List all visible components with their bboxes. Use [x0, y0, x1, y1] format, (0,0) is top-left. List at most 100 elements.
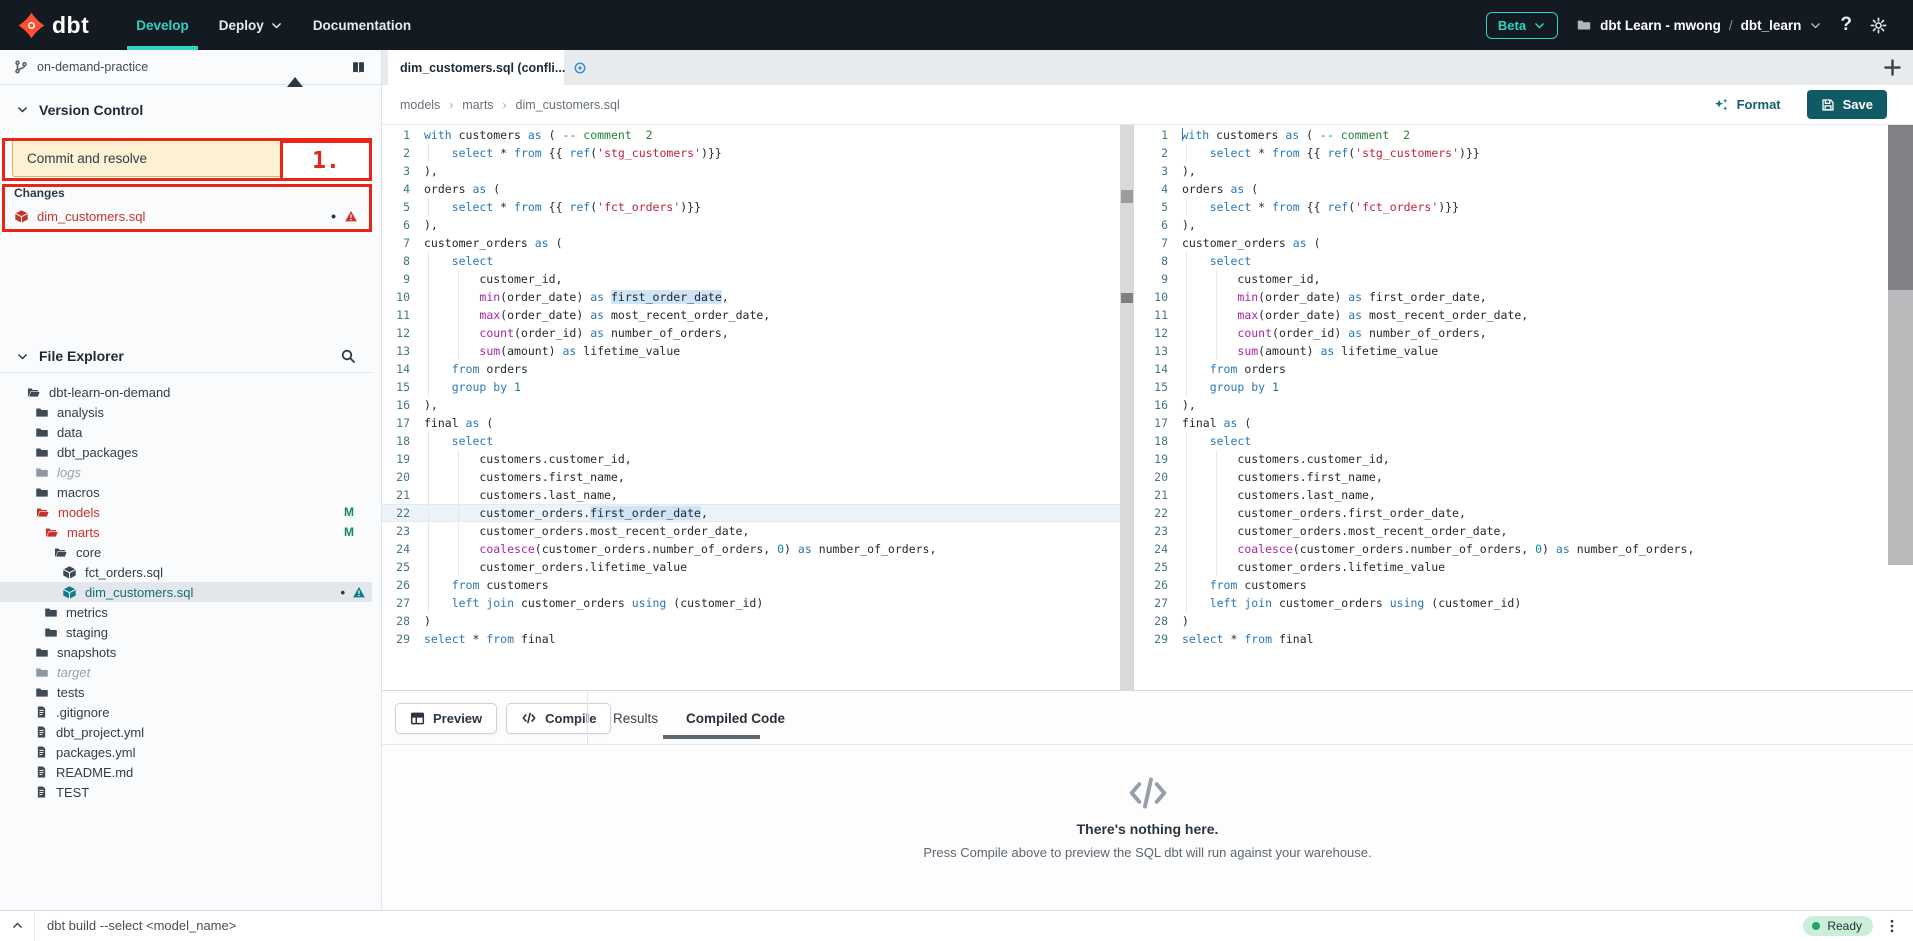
code-line-left-12[interactable]: 12 count(order_id) as number_of_orders, — [382, 324, 1120, 342]
docs-book-icon[interactable] — [350, 60, 367, 75]
code-line-right-11[interactable]: 11 max(order_date) as most_recent_order_… — [1140, 306, 1888, 324]
code-line-left-19[interactable]: 19 customers.customer_id, — [382, 450, 1120, 468]
nav-item-develop[interactable]: Develop — [121, 0, 204, 50]
left-pane-scrollbar[interactable] — [1120, 125, 1134, 690]
code-line-left-6[interactable]: 6), — [382, 216, 1120, 234]
file-tree-item-TEST[interactable]: TEST — [0, 782, 372, 802]
code-line-left-9[interactable]: 9 customer_id, — [382, 270, 1120, 288]
help-button[interactable]: ? — [1840, 14, 1852, 36]
code-line-left-1[interactable]: 1with customers as ( -- comment 2 — [382, 126, 1120, 144]
new-tab-button[interactable] — [1883, 58, 1902, 77]
code-line-left-29[interactable]: 29select * from final — [382, 630, 1120, 648]
scrollbar-marker[interactable] — [1121, 190, 1133, 203]
file-tree-item-dbt_packages[interactable]: dbt_packages — [0, 442, 372, 462]
file-tree-item-core[interactable]: core — [0, 542, 372, 562]
code-line-left-24[interactable]: 24 coalesce(customer_orders.number_of_or… — [382, 540, 1120, 558]
code-line-left-21[interactable]: 21 customers.last_name, — [382, 486, 1120, 504]
file-tree-item-models[interactable]: modelsM — [0, 502, 372, 522]
code-line-right-26[interactable]: 26 from customers — [1140, 576, 1888, 594]
file-tree-item-metrics[interactable]: metrics — [0, 602, 372, 622]
file-tree-item-staging[interactable]: staging — [0, 622, 372, 642]
right-pane-scrollbar[interactable] — [1888, 125, 1913, 565]
code-line-right-5[interactable]: 5 select * from {{ ref('fct_orders')}} — [1140, 198, 1888, 216]
search-icon[interactable] — [340, 348, 356, 364]
code-line-right-17[interactable]: 17final as ( — [1140, 414, 1888, 432]
code-line-left-4[interactable]: 4orders as ( — [382, 180, 1120, 198]
file-tree-item-snapshots[interactable]: snapshots — [0, 642, 372, 662]
code-line-right-10[interactable]: 10 min(order_date) as first_order_date, — [1140, 288, 1888, 306]
file-tree-item-macros[interactable]: macros — [0, 482, 372, 502]
file-tree-item-dim_customers.sql[interactable]: dim_customers.sql• — [0, 582, 372, 602]
file-tree-item-dbt-learn-on-demand[interactable]: dbt-learn-on-demand — [0, 382, 372, 402]
breadcrumb-item-dim_customers.sql[interactable]: dim_customers.sql — [516, 98, 620, 112]
editor-pane-right[interactable]: 1with customers as ( -- comment 22 selec… — [1140, 125, 1888, 690]
code-line-right-1[interactable]: 1with customers as ( -- comment 2 — [1140, 126, 1888, 144]
code-line-right-22[interactable]: 22 customer_orders.first_order_date, — [1140, 504, 1888, 522]
kebab-menu-icon[interactable] — [1885, 917, 1899, 935]
dbt-logo[interactable]: dbt — [0, 0, 99, 50]
code-line-left-20[interactable]: 20 customers.first_name, — [382, 468, 1120, 486]
file-tree-item-dbt_project.yml[interactable]: dbt_project.yml — [0, 722, 372, 742]
file-tree-item-tests[interactable]: tests — [0, 682, 372, 702]
nav-item-documentation[interactable]: Documentation — [298, 0, 426, 50]
changed-file-dim_customers.sql[interactable]: dim_customers.sql• — [0, 204, 372, 228]
code-line-left-10[interactable]: 10 min(order_date) as first_order_date, — [382, 288, 1120, 306]
file-tree-item-analysis[interactable]: analysis — [0, 402, 372, 422]
code-line-left-8[interactable]: 8 select — [382, 252, 1120, 270]
code-line-right-18[interactable]: 18 select — [1140, 432, 1888, 450]
file-tree-item-target[interactable]: target — [0, 662, 372, 682]
code-line-right-27[interactable]: 27 left join customer_orders using (cust… — [1140, 594, 1888, 612]
scrollbar-thumb[interactable] — [1888, 125, 1913, 290]
file-tree-item-.gitignore[interactable]: .gitignore — [0, 702, 372, 722]
code-line-right-19[interactable]: 19 customers.customer_id, — [1140, 450, 1888, 468]
branch-row[interactable]: on-demand-practice — [0, 50, 381, 85]
project-switcher[interactable]: dbt Learn - mwong / dbt_learn — [1576, 18, 1822, 33]
code-line-right-8[interactable]: 8 select — [1140, 252, 1888, 270]
code-line-left-18[interactable]: 18 select — [382, 432, 1120, 450]
code-line-right-15[interactable]: 15 group by 1 — [1140, 378, 1888, 396]
preview-button[interactable]: Preview — [395, 703, 497, 734]
save-button[interactable]: Save — [1807, 90, 1887, 119]
breadcrumb-item-models[interactable]: models — [400, 98, 440, 112]
code-line-left-25[interactable]: 25 customer_orders.lifetime_value — [382, 558, 1120, 576]
code-line-left-17[interactable]: 17final as ( — [382, 414, 1120, 432]
code-line-left-26[interactable]: 26 from customers — [382, 576, 1120, 594]
code-line-left-5[interactable]: 5 select * from {{ ref('fct_orders')}} — [382, 198, 1120, 216]
editor-pane-left[interactable]: 1with customers as ( -- comment 22 selec… — [382, 125, 1120, 690]
compile-button[interactable]: Compile — [506, 703, 611, 734]
beta-dropdown[interactable]: Beta — [1486, 12, 1558, 39]
nav-item-deploy[interactable]: Deploy — [204, 0, 298, 50]
gear-icon[interactable] — [1870, 17, 1887, 34]
code-line-right-12[interactable]: 12 count(order_id) as number_of_orders, — [1140, 324, 1888, 342]
file-tree-item-packages.yml[interactable]: packages.yml — [0, 742, 372, 762]
file-tree-item-logs[interactable]: logs — [0, 462, 372, 482]
file-tree-item-README.md[interactable]: README.md — [0, 762, 372, 782]
code-line-right-24[interactable]: 24 coalesce(customer_orders.number_of_or… — [1140, 540, 1888, 558]
file-tree-item-data[interactable]: data — [0, 422, 372, 442]
breadcrumb-item-marts[interactable]: marts — [462, 98, 493, 112]
code-line-right-16[interactable]: 16), — [1140, 396, 1888, 414]
scrollbar-marker[interactable] — [1121, 293, 1133, 303]
file-explorer-header[interactable]: File Explorer — [0, 340, 372, 373]
code-line-right-14[interactable]: 14 from orders — [1140, 360, 1888, 378]
code-line-left-22[interactable]: 22 customer_orders.first_order_date, — [382, 504, 1120, 522]
tab-dim-customers[interactable]: dim_customers.sql (confli... — [388, 50, 564, 85]
command-input[interactable]: dbt build --select <model_name> — [47, 918, 1803, 933]
chevron-down-icon[interactable] — [1809, 19, 1822, 32]
branch-select-label[interactable]: dbt_learn — [1741, 18, 1802, 33]
code-line-right-23[interactable]: 23 customer_orders.most_recent_order_dat… — [1140, 522, 1888, 540]
code-line-right-4[interactable]: 4orders as ( — [1140, 180, 1888, 198]
code-line-left-3[interactable]: 3), — [382, 162, 1120, 180]
tab-compiled-code[interactable]: Compiled Code — [686, 711, 785, 726]
code-line-right-28[interactable]: 28) — [1140, 612, 1888, 630]
tab-results[interactable]: Results — [613, 711, 658, 726]
code-line-right-7[interactable]: 7customer_orders as ( — [1140, 234, 1888, 252]
code-line-left-27[interactable]: 27 left join customer_orders using (cust… — [382, 594, 1120, 612]
file-tree-item-fct_orders.sql[interactable]: fct_orders.sql — [0, 562, 372, 582]
code-line-right-13[interactable]: 13 sum(amount) as lifetime_value — [1140, 342, 1888, 360]
code-line-left-2[interactable]: 2 select * from {{ ref('stg_customers')}… — [382, 144, 1120, 162]
expand-command-panel-button[interactable] — [0, 919, 34, 932]
code-line-right-25[interactable]: 25 customer_orders.lifetime_value — [1140, 558, 1888, 576]
code-line-right-29[interactable]: 29select * from final — [1140, 630, 1888, 648]
code-line-left-11[interactable]: 11 max(order_date) as most_recent_order_… — [382, 306, 1120, 324]
